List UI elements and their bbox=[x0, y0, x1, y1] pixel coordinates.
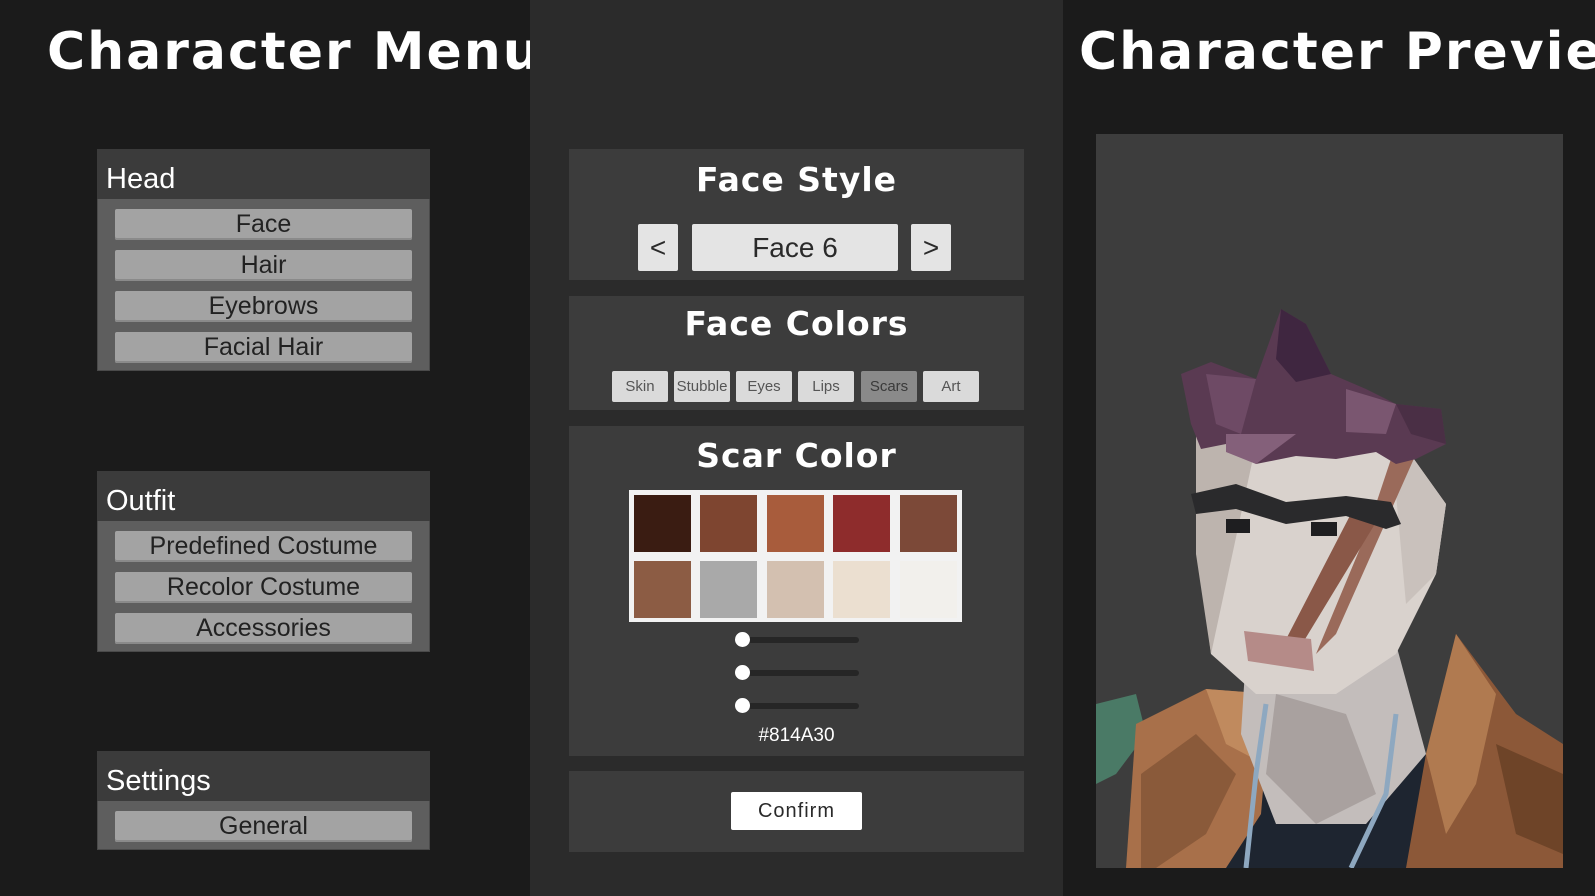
character-preview-viewport[interactable] bbox=[1096, 134, 1563, 868]
face-colors-title: Face Colors bbox=[684, 304, 909, 343]
scar-color-title: Scar Color bbox=[696, 436, 897, 475]
next-face-button[interactable]: > bbox=[911, 224, 951, 271]
color-swatch[interactable] bbox=[767, 561, 824, 618]
accessories-button[interactable]: Accessories bbox=[115, 613, 412, 644]
tab-skin[interactable]: Skin bbox=[612, 371, 668, 402]
color-swatch[interactable] bbox=[900, 561, 957, 618]
settings-group: Settings General bbox=[97, 751, 430, 850]
editor-column: Face Style < Face 6 > Face Colors Skin S… bbox=[530, 0, 1063, 896]
confirm-button[interactable]: Confirm bbox=[731, 792, 862, 830]
recolor-costume-button[interactable]: Recolor Costume bbox=[115, 572, 412, 603]
outfit-group-header: Outfit bbox=[97, 471, 430, 521]
slider-handle[interactable] bbox=[735, 632, 750, 647]
tab-lips[interactable]: Lips bbox=[798, 371, 854, 402]
head-group-header: Head bbox=[97, 149, 430, 199]
color-swatch-grid bbox=[629, 490, 962, 622]
color-swatch[interactable] bbox=[767, 495, 824, 552]
hair-menu-button[interactable]: Hair bbox=[115, 250, 412, 281]
scar-color-panel: Scar Color #814A30 bbox=[569, 426, 1024, 756]
color-swatch[interactable] bbox=[700, 561, 757, 618]
face-style-value: Face 6 bbox=[692, 224, 898, 271]
color-swatch[interactable] bbox=[833, 495, 890, 552]
color-swatch[interactable] bbox=[634, 495, 691, 552]
character-menu-title: Character Menu bbox=[47, 22, 542, 82]
face-style-panel: Face Style < Face 6 > bbox=[569, 149, 1024, 280]
color-slider-3[interactable] bbox=[735, 698, 859, 713]
character-preview-title: Character Preview bbox=[1079, 22, 1595, 82]
color-swatch[interactable] bbox=[634, 561, 691, 618]
character-menu-column: Character Menu Head Face Hair Eyebrows F… bbox=[0, 0, 540, 896]
head-group: Head Face Hair Eyebrows Facial Hair bbox=[97, 149, 430, 371]
face-menu-button[interactable]: Face bbox=[115, 209, 412, 240]
face-style-title: Face Style bbox=[695, 160, 898, 199]
tab-art[interactable]: Art bbox=[923, 371, 979, 402]
general-settings-button[interactable]: General bbox=[115, 811, 412, 842]
color-slider-2[interactable] bbox=[735, 665, 859, 680]
character-model-image bbox=[1096, 309, 1563, 868]
character-preview-column: Character Preview bbox=[1063, 0, 1595, 896]
color-swatch[interactable] bbox=[833, 561, 890, 618]
outfit-group: Outfit Predefined Costume Recolor Costum… bbox=[97, 471, 430, 652]
eyebrows-menu-button[interactable]: Eyebrows bbox=[115, 291, 412, 322]
previous-face-button[interactable]: < bbox=[638, 224, 678, 271]
color-swatch[interactable] bbox=[700, 495, 757, 552]
facial-hair-menu-button[interactable]: Facial Hair bbox=[115, 332, 412, 363]
settings-group-header: Settings bbox=[97, 751, 430, 801]
predefined-costume-button[interactable]: Predefined Costume bbox=[115, 531, 412, 562]
confirm-panel: Confirm bbox=[569, 771, 1024, 852]
tab-stubble[interactable]: Stubble bbox=[674, 371, 730, 402]
color-swatch[interactable] bbox=[900, 495, 957, 552]
color-slider-1[interactable] bbox=[735, 632, 859, 647]
tab-eyes[interactable]: Eyes bbox=[736, 371, 792, 402]
tab-scars[interactable]: Scars bbox=[861, 371, 917, 402]
face-colors-panel: Face Colors Skin Stubble Eyes Lips Scars… bbox=[569, 296, 1024, 410]
slider-handle[interactable] bbox=[735, 665, 750, 680]
slider-handle[interactable] bbox=[735, 698, 750, 713]
hex-color-value: #814A30 bbox=[758, 725, 835, 746]
